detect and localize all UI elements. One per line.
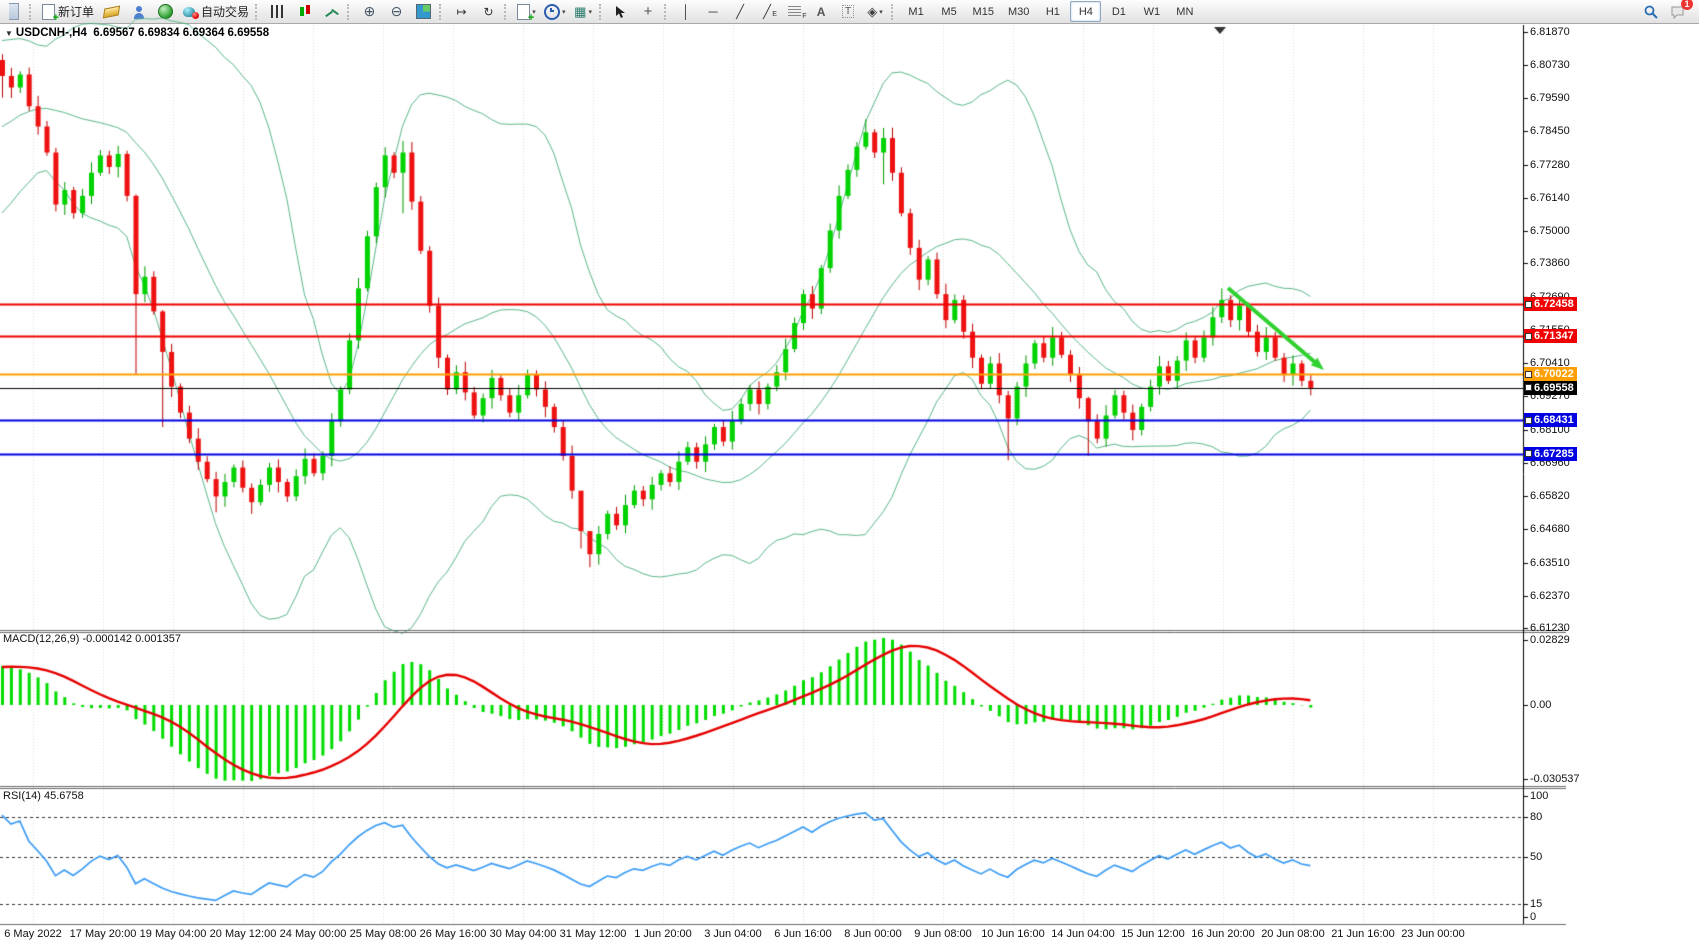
mt4-window: + 新订单 自动交易 ⊕ ⊖ ↦ ↻ + ▾ ▾ ▦ ▾ xyxy=(0,0,1699,943)
chart-canvas[interactable] xyxy=(0,0,1699,943)
